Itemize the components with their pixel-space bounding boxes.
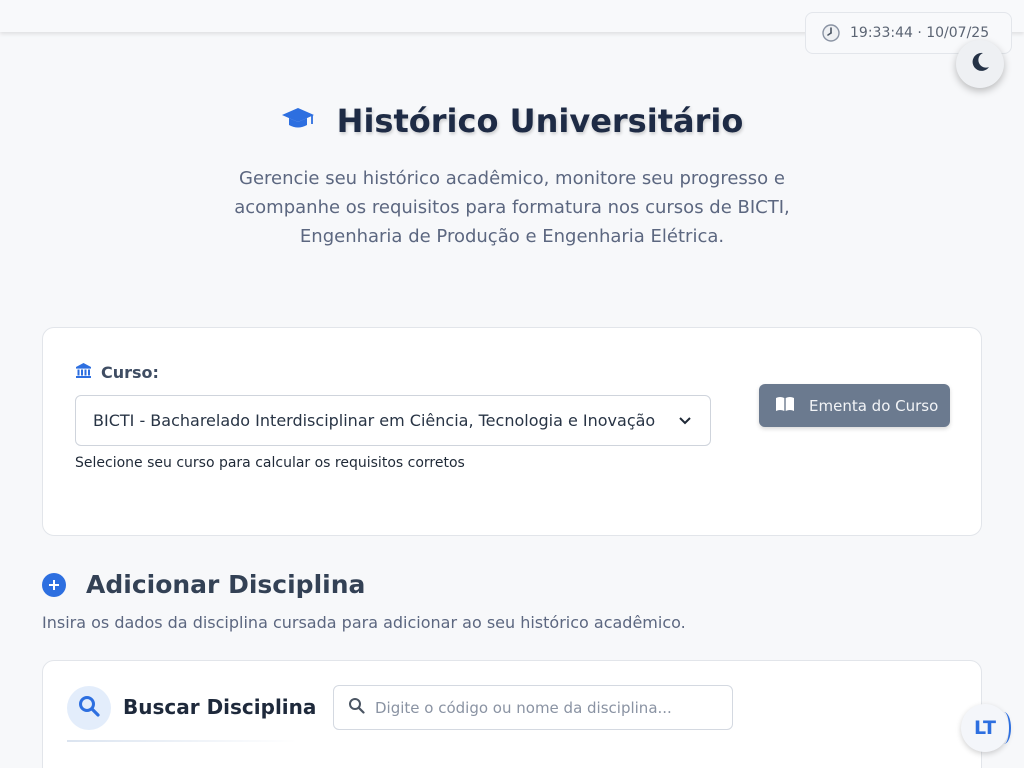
search-input[interactable] — [375, 698, 715, 717]
course-label-text: Curso: — [101, 363, 159, 382]
course-card: Curso: BICTI - Bacharelado Interdiscipli… — [42, 327, 982, 536]
search-input-icon — [348, 697, 365, 718]
university-icon — [75, 362, 92, 383]
theme-toggle-button[interactable] — [956, 40, 1004, 88]
ementa-button[interactable]: Ementa do Curso — [759, 384, 950, 427]
lt-badge-text: LT — [974, 717, 996, 739]
search-icon — [78, 695, 100, 721]
graduation-cap-icon — [281, 105, 315, 137]
page-description: Gerencie seu histórico acadêmico, monito… — [234, 168, 790, 247]
plus-circle-icon — [42, 572, 66, 597]
course-help-text: Selecione seu curso para calcular os req… — [75, 455, 465, 471]
lt-arc-decoration — [997, 712, 1011, 744]
add-discipline-header: Adicionar Disciplina — [42, 570, 365, 599]
lt-badge[interactable]: LT — [961, 704, 1011, 752]
book-open-icon — [775, 396, 795, 416]
page-title: Histórico Universitário — [336, 102, 744, 140]
course-select-value: BICTI - Bacharelado Interdisciplinar em … — [93, 411, 656, 430]
search-badge — [67, 686, 111, 730]
add-discipline-title: Adicionar Disciplina — [86, 570, 366, 599]
add-discipline-description: Insira os dados da disciplina cursada pa… — [42, 613, 686, 632]
chevron-down-icon — [678, 411, 692, 430]
search-title-underline — [67, 740, 297, 742]
ementa-button-label: Ementa do Curso — [809, 396, 939, 415]
search-card: Buscar Disciplina — [42, 660, 982, 768]
search-field[interactable] — [333, 685, 733, 730]
hero-section: Histórico Universitário Gerencie seu his… — [0, 96, 1024, 251]
moon-icon — [969, 51, 991, 77]
search-title: Buscar Disciplina — [123, 695, 317, 719]
clock-text: 19:33:44 · 10/07/25 — [850, 25, 990, 41]
course-label: Curso: — [75, 362, 159, 383]
course-select[interactable]: BICTI - Bacharelado Interdisciplinar em … — [75, 395, 711, 446]
clock-icon — [822, 24, 840, 42]
